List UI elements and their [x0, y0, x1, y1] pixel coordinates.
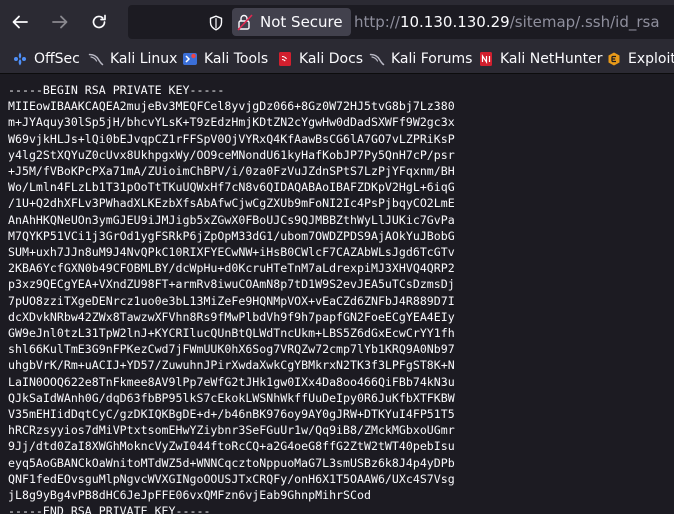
kali-dragon-icon	[88, 53, 104, 66]
key-line: +J5M/fVBoKPcPXa71mA/ZUioimChBPV/i/0za0Fz…	[8, 164, 455, 179]
arrow-right-icon	[52, 15, 68, 29]
url-host: 10.130.130.29	[399, 13, 510, 31]
exploit-db-icon	[608, 52, 620, 66]
bookmark-exploit-db[interactable]: Exploit-	[606, 48, 674, 70]
rsa-key-text: -----BEGIN RSA PRIVATE KEY----- MIIEowIB…	[0, 82, 455, 514]
key-line: 9Jj/dtd0ZaI8XWGhMokncVyZwI044ftoRcCQ+a2G…	[8, 439, 455, 454]
bookmarks-toolbar: OffSec Kali Linux Kali Tools Kali Docs K…	[0, 44, 674, 74]
key-line: GW9eJnl0tzL31TpW2lnJ+KYCRIlucQUnBtQLWdTn…	[8, 326, 455, 341]
lock-warning-icon	[237, 14, 253, 31]
key-line: SUM+uxh7JJn8uM9J4NvQPkC10RIXFYECwNW+iHsB…	[8, 245, 455, 260]
bookmark-offsec[interactable]: OffSec	[12, 48, 80, 70]
page-content: -----BEGIN RSA PRIVATE KEY----- MIIEowIB…	[0, 74, 674, 514]
key-line: QNF1fedEOvsguMlpNgvcWVXGINgoOOUSJTxCRQFy…	[8, 471, 455, 486]
kali-nethunter-icon	[480, 52, 492, 66]
arrow-left-icon	[12, 15, 28, 29]
bookmark-label: Kali Tools	[204, 51, 269, 67]
key-line: /1U+Q2dhXFLv3PWhadXLKEzbXfsAbAfwCjwCgZXU…	[8, 196, 455, 211]
key-line: -----END RSA PRIVATE KEY-----	[8, 504, 211, 514]
kali-docs-icon	[279, 52, 291, 66]
key-line: LaIN0OOQ622e8TnFkmee8AV9lPp7eWfG2tJHk1gw…	[8, 374, 455, 389]
bookmark-label: OffSec	[34, 51, 80, 67]
address-bar[interactable]: Not Secure http://10.130.130.29/sitemap/…	[128, 5, 674, 39]
bookmark-label: Exploit-	[628, 51, 674, 67]
bookmark-kali-forums[interactable]: Kali Forums	[369, 48, 472, 70]
bookmark-kali-linux[interactable]: Kali Linux	[88, 48, 177, 70]
key-line: uhgbVrK/Rm+uACIJ+YD57/ZuwuhnJPirXwdaXwkC…	[8, 358, 455, 373]
key-line: 7pUO8zziTXgeDENrcz1uo0e3bL13MiZeFe9HQNMp…	[8, 293, 455, 308]
browser-toolbar: Not Secure http://10.130.130.29/sitemap/…	[0, 0, 674, 44]
key-line: hRCRzsyyios7dMiVPtxtsomEHwYZiybnr3SeFGuU…	[8, 423, 455, 438]
shield-icon[interactable]	[208, 15, 224, 31]
key-line: QJkSaIdWAnh0G/dqD63fbBP95lkS7cEkokLWSNhW…	[8, 390, 455, 405]
key-line: p3xz9QECgYEA+VXndZU98FT+armRv8iwuCOAmN8p…	[8, 277, 455, 292]
bookmark-label: Kali Docs	[299, 51, 364, 67]
bookmark-kali-nethunter[interactable]: Kali NetHunter	[478, 48, 602, 70]
key-line: MIIEowIBAAKCAQEA2mujeBv3MEQFCel8yvjgDz06…	[8, 99, 455, 114]
bookmark-kali-docs[interactable]: Kali Docs	[277, 48, 363, 70]
key-line: y4lg2StXQYuZ0cUvx8UkhpgxWy/OO9ceMNondU61…	[8, 147, 455, 162]
bookmark-kali-tools[interactable]: Kali Tools	[182, 48, 268, 70]
forward-button[interactable]	[46, 8, 74, 36]
back-button[interactable]	[6, 8, 34, 36]
key-line: eyq5AoGBANCkOaWnitoMTdWZ5d+WNNCqcztoNppu…	[8, 455, 455, 470]
security-label: Not Secure	[260, 13, 343, 31]
reload-icon	[92, 14, 106, 29]
key-line: 2KBA6YcfGXN0b49CFOBMLBY/dcWpHu+d0KcruHTe…	[8, 261, 455, 276]
key-line: Wo/Lmln4FLzLb1T31pOoTtTKuUQWxHf7cN8v6QID…	[8, 180, 455, 195]
url-prefix: http://	[354, 13, 400, 31]
offsec-icon	[14, 52, 26, 66]
key-line: m+JYAquy30lSp5jH/bhcvYLsK+T9zEdzHmjKDtZN…	[8, 115, 455, 130]
reload-button[interactable]	[85, 8, 113, 36]
security-indicator[interactable]: Not Secure	[232, 8, 351, 36]
key-line: W69vjkHLJs+lQi0bEJvqpCZ1rFFSpV0OjVYRxQ4K…	[8, 131, 455, 146]
url-text[interactable]: http://10.130.130.29/sitemap/.ssh/id_rsa	[354, 13, 660, 31]
key-line: M7QYKP51VCi1j3GrOd1ygFSRkP6jZpOpM33dG1/u…	[8, 228, 455, 243]
key-line: dcXDvkNRbw42ZWx8TawzwXFVhn8Rs9fMwPlbdVh9…	[8, 309, 455, 324]
key-line: jL8g9yBg4vPB8dHC6JeJpFFE06vxQMFzn6vjEab9…	[8, 488, 371, 503]
key-line: -----BEGIN RSA PRIVATE KEY-----	[8, 83, 225, 97]
key-line: AnAhHKQNeUOn3ymGJEU9iJMJigb5xZGwX0FBoUJC…	[8, 212, 455, 227]
key-line: V35mEHIidDqtCyC/gzDKIQKBgDE+d+/b46nBK976…	[8, 407, 455, 422]
bookmark-label: Kali Linux	[110, 51, 178, 67]
key-line: shl66KulTmE3G9nFPKezCwd7jFWmUUK0hX6Sog7V…	[8, 342, 455, 357]
bookmark-label: Kali Forums	[391, 51, 473, 67]
url-path: /sitemap/.ssh/id_rsa	[509, 13, 660, 31]
bookmark-label: Kali NetHunter	[500, 51, 603, 67]
kali-forums-icon	[369, 53, 385, 66]
kali-tools-icon	[183, 53, 197, 65]
